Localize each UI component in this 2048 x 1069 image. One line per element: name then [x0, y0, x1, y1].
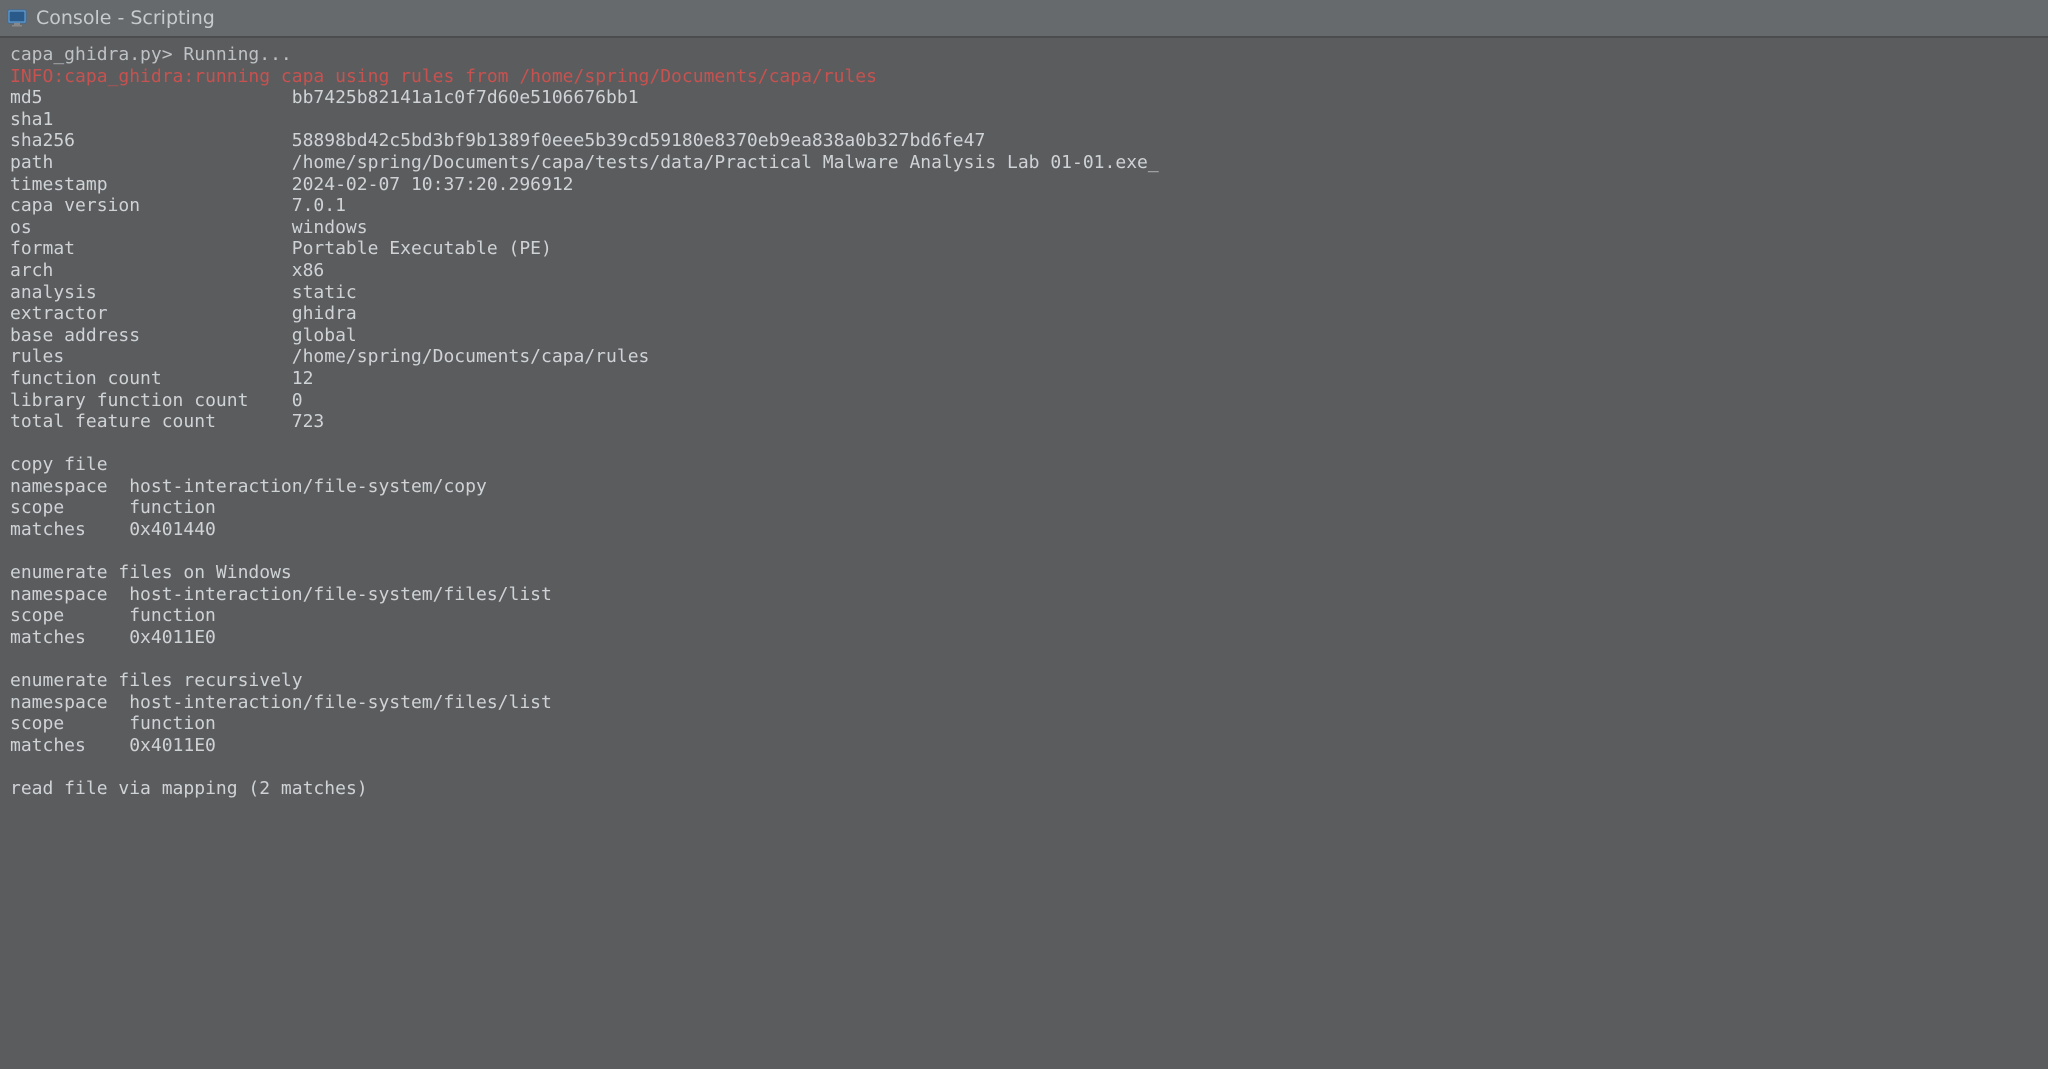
rule-field-value: host-interaction/file-system/files/list [129, 692, 552, 714]
meta-key: sha1 [10, 109, 292, 131]
blank-line [10, 541, 2038, 563]
rule-field-value: 0x4011E0 [129, 627, 216, 649]
meta-key: total feature count [10, 411, 292, 433]
blank-line [10, 433, 2038, 455]
meta-row: analysisstatic [10, 282, 2038, 304]
rule-field-value: 0x401440 [129, 519, 216, 541]
rule-field-value: host-interaction/file-system/copy [129, 476, 487, 498]
meta-row: path/home/spring/Documents/capa/tests/da… [10, 152, 2038, 174]
metadata-block: md5bb7425b82141a1c0f7d60e5106676bb1sha1s… [10, 87, 2038, 433]
meta-row: total feature count723 [10, 411, 2038, 433]
rule-field-key: scope [10, 605, 129, 627]
meta-key: sha256 [10, 130, 292, 152]
meta-value: 2024-02-07 10:37:20.296912 [292, 174, 574, 196]
meta-value: 723 [292, 411, 325, 433]
blank-line [10, 649, 2038, 671]
trailing-line: read file via mapping (2 matches) [10, 778, 2038, 800]
meta-key: format [10, 238, 292, 260]
prompt-line: capa_ghidra.py> Running... [10, 44, 2038, 66]
meta-value: /home/spring/Documents/capa/tests/data/P… [292, 152, 1159, 174]
meta-key: analysis [10, 282, 292, 304]
rule-field-row: namespacehost-interaction/file-system/fi… [10, 692, 2038, 714]
rule-field-row: scopefunction [10, 713, 2038, 735]
rule-title: enumerate files recursively [10, 670, 2038, 692]
rule-field-key: namespace [10, 476, 129, 498]
rule-field-row: namespacehost-interaction/file-system/fi… [10, 584, 2038, 606]
rule-field-value: function [129, 713, 216, 735]
meta-key: path [10, 152, 292, 174]
rules-block: copy filenamespacehost-interaction/file-… [10, 454, 2038, 778]
meta-row: extractorghidra [10, 303, 2038, 325]
rule-field-row: matches0x4011E0 [10, 735, 2038, 757]
meta-key: rules [10, 346, 292, 368]
rule-field-row: scopefunction [10, 605, 2038, 627]
meta-row: library function count0 [10, 390, 2038, 412]
meta-value: windows [292, 217, 368, 239]
meta-value: static [292, 282, 357, 304]
rule-field-key: scope [10, 713, 129, 735]
meta-row: timestamp2024-02-07 10:37:20.296912 [10, 174, 2038, 196]
meta-value: bb7425b82141a1c0f7d60e5106676bb1 [292, 87, 639, 109]
console-icon [6, 7, 28, 29]
rule-field-row: scopefunction [10, 497, 2038, 519]
meta-row: capa version7.0.1 [10, 195, 2038, 217]
rule-field-row: matches0x4011E0 [10, 627, 2038, 649]
rule-field-value: function [129, 497, 216, 519]
meta-value: /home/spring/Documents/capa/rules [292, 346, 650, 368]
meta-value: Portable Executable (PE) [292, 238, 552, 260]
meta-value: 0 [292, 390, 303, 412]
meta-value: 7.0.1 [292, 195, 346, 217]
window-title: Console - Scripting [36, 7, 215, 30]
meta-key: timestamp [10, 174, 292, 196]
rule-title: copy file [10, 454, 2038, 476]
rule-field-key: scope [10, 497, 129, 519]
meta-row: sha1 [10, 109, 2038, 131]
meta-row: base addressglobal [10, 325, 2038, 347]
meta-value: ghidra [292, 303, 357, 325]
titlebar: Console - Scripting [0, 0, 2048, 38]
info-line: INFO:capa_ghidra:running capa using rule… [10, 66, 2038, 88]
rule-field-key: namespace [10, 692, 129, 714]
rule-field-key: matches [10, 519, 129, 541]
blank-line [10, 757, 2038, 779]
meta-value: 58898bd42c5bd3bf9b1389f0eee5b39cd59180e8… [292, 130, 986, 152]
meta-row: md5bb7425b82141a1c0f7d60e5106676bb1 [10, 87, 2038, 109]
rule-field-key: namespace [10, 584, 129, 606]
meta-row: rules/home/spring/Documents/capa/rules [10, 346, 2038, 368]
meta-key: library function count [10, 390, 292, 412]
meta-value: 12 [292, 368, 314, 390]
meta-key: base address [10, 325, 292, 347]
meta-key: extractor [10, 303, 292, 325]
rule-field-value: function [129, 605, 216, 627]
meta-row: oswindows [10, 217, 2038, 239]
meta-key: arch [10, 260, 292, 282]
meta-key: md5 [10, 87, 292, 109]
rule-field-row: matches0x401440 [10, 519, 2038, 541]
rule-field-row: namespacehost-interaction/file-system/co… [10, 476, 2038, 498]
rule-field-key: matches [10, 627, 129, 649]
rule-field-value: host-interaction/file-system/files/list [129, 584, 552, 606]
meta-row: sha25658898bd42c5bd3bf9b1389f0eee5b39cd5… [10, 130, 2038, 152]
meta-key: capa version [10, 195, 292, 217]
rule-title: enumerate files on Windows [10, 562, 2038, 584]
meta-key: os [10, 217, 292, 239]
rule-field-value: 0x4011E0 [129, 735, 216, 757]
console-output[interactable]: capa_ghidra.py> Running... INFO:capa_ghi… [0, 38, 2048, 810]
meta-value: global [292, 325, 357, 347]
meta-key: function count [10, 368, 292, 390]
meta-row: function count12 [10, 368, 2038, 390]
meta-row: formatPortable Executable (PE) [10, 238, 2038, 260]
meta-row: archx86 [10, 260, 2038, 282]
rule-field-key: matches [10, 735, 129, 757]
meta-value: x86 [292, 260, 325, 282]
